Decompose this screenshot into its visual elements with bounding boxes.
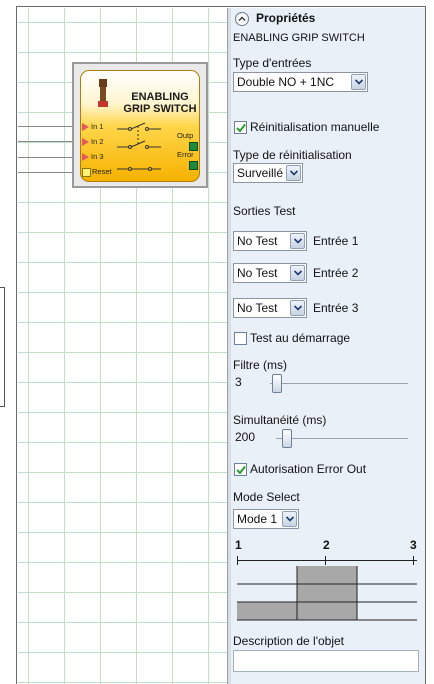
test-select-2[interactable]: No Test <box>233 263 307 283</box>
description-label: Description de l'objet <box>233 634 345 648</box>
test-outputs-label: Sorties Test <box>233 204 296 218</box>
input-pin-2[interactable] <box>82 138 89 146</box>
simultaneity-slider-thumb[interactable] <box>282 429 292 448</box>
enabling-grip-switch-block[interactable]: ENABLING GRIP SWITCH In 1 In 2 In 3 Rese… <box>80 70 200 182</box>
frame-border-right <box>425 6 426 684</box>
test-label-1: Entrée 1 <box>313 234 359 248</box>
input-type-select[interactable]: Double NO + 1NC <box>233 72 368 92</box>
frame-border-left <box>16 6 17 684</box>
error-out-checkbox[interactable] <box>234 463 247 476</box>
manual-reset-checkbox[interactable] <box>234 121 247 134</box>
test-value-2: No Test <box>237 266 278 280</box>
input-pin-3[interactable] <box>82 153 89 161</box>
error-out-label[interactable]: Autorisation Error Out <box>250 462 366 476</box>
chevron-down-icon[interactable] <box>282 511 297 527</box>
mode-position-3: 3 <box>410 538 417 552</box>
startup-test-checkbox[interactable] <box>234 332 247 345</box>
description-input[interactable] <box>233 650 419 672</box>
filter-label: Filtre (ms) <box>233 358 287 372</box>
filter-slider-thumb[interactable] <box>272 374 282 393</box>
block-title: ENABLING GRIP SWITCH <box>121 91 199 115</box>
input-label-2: In 2 <box>91 137 104 146</box>
mode-truth-grid <box>237 566 417 621</box>
frame-border-top <box>16 6 426 7</box>
test-label-3: Entrée 3 <box>313 301 359 315</box>
test-select-3[interactable]: No Test <box>233 298 307 318</box>
mode-tick-3 <box>413 556 414 565</box>
startup-test-label[interactable]: Test au démarrage <box>250 331 350 345</box>
simultaneity-slider-track[interactable] <box>276 438 408 439</box>
mode-axis <box>237 560 417 561</box>
input-label-1: In 1 <box>91 122 104 131</box>
collapse-button[interactable] <box>235 12 249 26</box>
test-value-3: No Test <box>237 301 278 315</box>
reset-label: Reset <box>92 167 112 176</box>
test-label-2: Entrée 2 <box>313 266 359 280</box>
input-type-value: Double NO + 1NC <box>237 75 335 89</box>
simultaneity-label: Simultanéité (ms) <box>233 413 327 427</box>
mode-select-label: Mode Select <box>233 490 300 504</box>
chevron-down-icon[interactable] <box>290 265 305 281</box>
block-title-line2: GRIP SWITCH <box>123 103 197 115</box>
input-type-label: Type d'entrées <box>233 56 312 70</box>
chevron-down-icon[interactable] <box>290 300 305 316</box>
manual-reset-label[interactable]: Réinitialisation manuelle <box>250 120 379 134</box>
mode-select[interactable]: Mode 1 <box>233 509 299 529</box>
filter-value: 3 <box>235 375 242 389</box>
reset-type-value: Surveillé <box>237 166 284 180</box>
external-bracket <box>0 287 5 407</box>
reset-type-select[interactable]: Surveillé <box>233 163 303 183</box>
grip-switch-icon <box>98 79 108 107</box>
chevron-down-icon[interactable] <box>290 233 305 249</box>
mode-position-1: 1 <box>235 538 242 552</box>
reset-pin[interactable] <box>82 168 91 177</box>
object-name: ENABLING GRIP SWITCH <box>233 32 365 44</box>
input-label-3: In 3 <box>91 152 104 161</box>
filter-slider-track[interactable] <box>270 383 408 384</box>
block-title-line1: ENABLING <box>131 91 189 103</box>
mode-position-2: 2 <box>323 538 330 552</box>
output-pin-error[interactable] <box>189 161 198 170</box>
checkmark-icon <box>236 123 246 133</box>
chevron-down-icon[interactable] <box>351 74 366 90</box>
mode-tick-2 <box>325 556 326 565</box>
mode-select-value: Mode 1 <box>237 512 278 526</box>
test-select-1[interactable]: No Test <box>233 231 307 251</box>
chevron-up-icon <box>238 16 246 21</box>
chevron-down-icon[interactable] <box>286 165 301 181</box>
panel-header: Propriétés <box>256 11 316 25</box>
checkmark-icon <box>236 465 246 475</box>
output-label-outp: Outp <box>177 131 194 140</box>
contacts-symbol <box>117 122 161 171</box>
reset-type-label: Type de réinitialisation <box>233 148 352 162</box>
mode-diagram: 1 2 3 <box>233 538 419 628</box>
input-pin-1[interactable] <box>82 123 89 131</box>
mode-tick-1 <box>237 556 238 565</box>
output-label-error: Error <box>177 150 194 159</box>
simultaneity-value: 200 <box>235 430 256 444</box>
test-value-1: No Test <box>237 234 278 248</box>
